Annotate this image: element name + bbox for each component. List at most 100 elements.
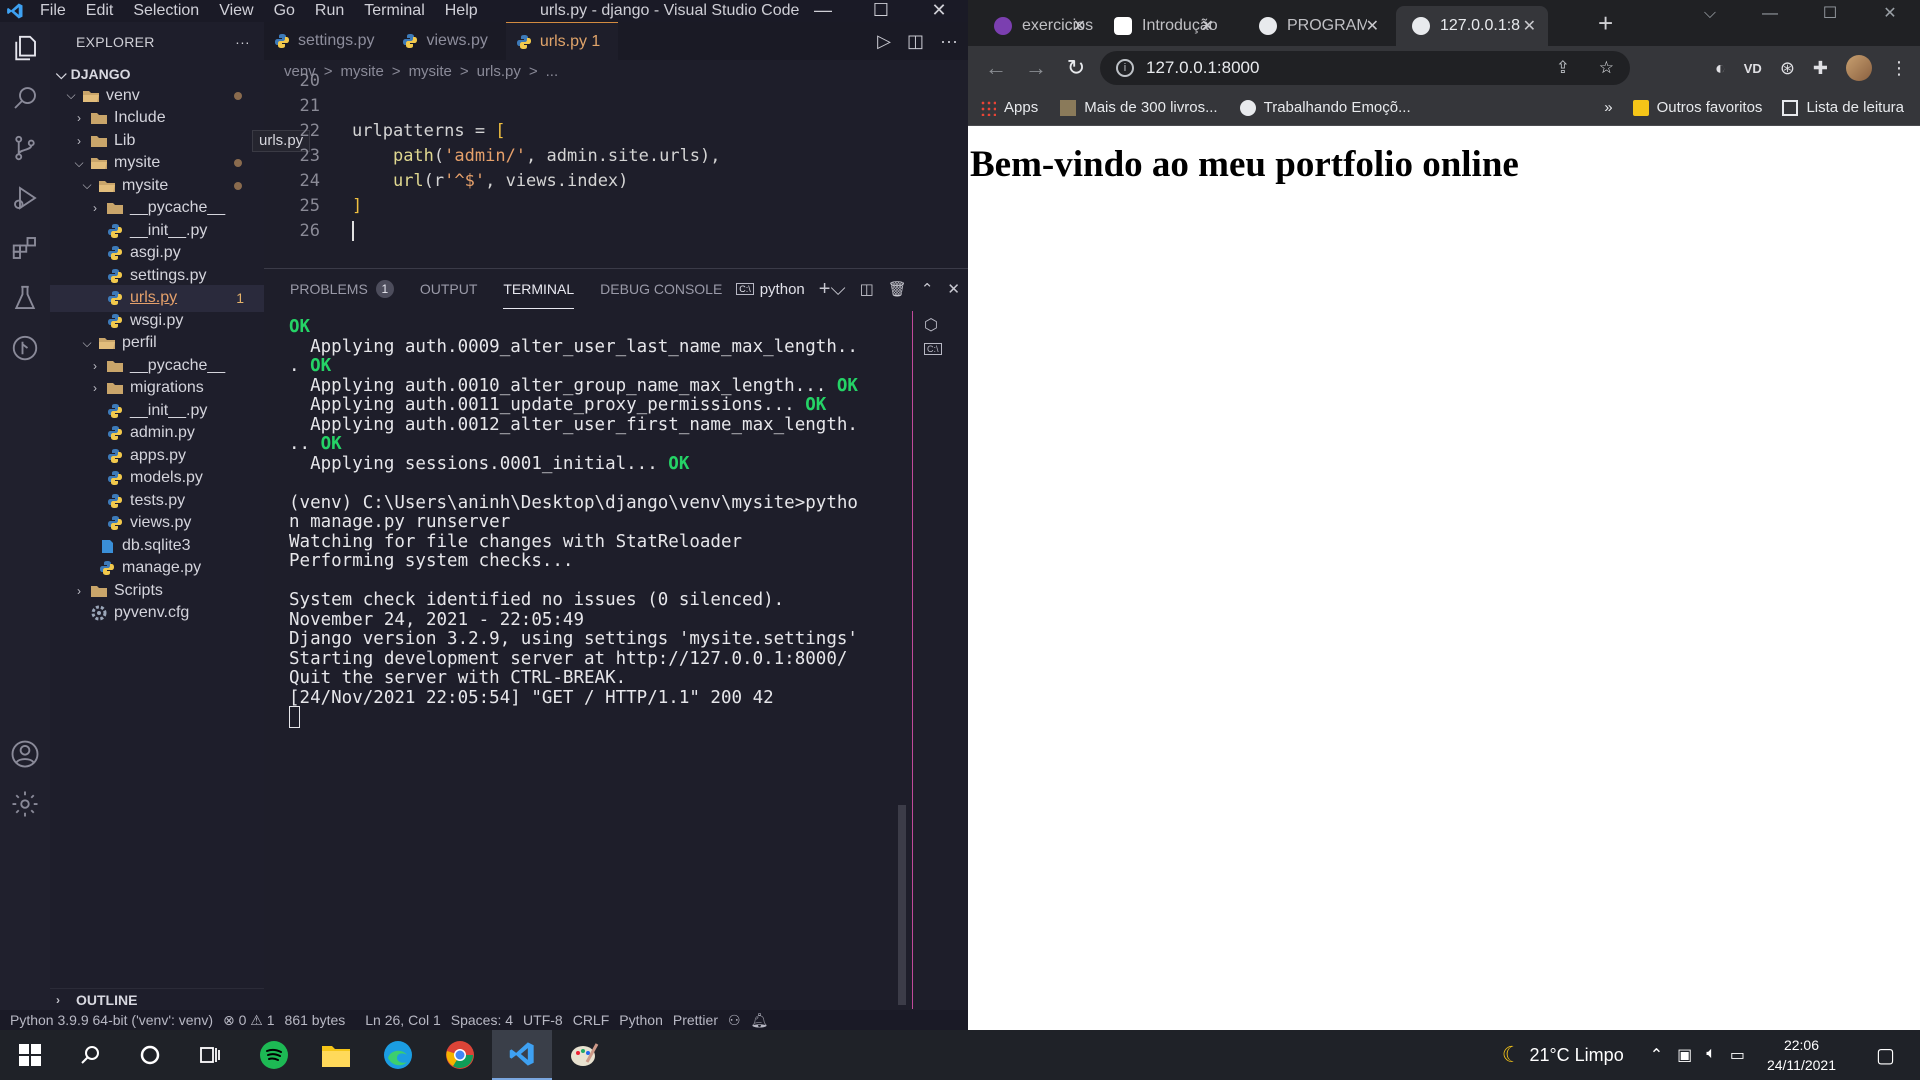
minimize-button[interactable]: —	[794, 0, 852, 22]
explorer-icon[interactable]	[5, 28, 45, 68]
more-actions-icon[interactable]: ···	[940, 31, 958, 52]
maximize-button[interactable]: ☐	[1800, 0, 1860, 32]
chevron-up-icon[interactable]: ⌃	[1650, 1045, 1663, 1065]
browser-tab-active[interactable]: 127.0.0.1:8 ✕	[1396, 6, 1548, 46]
encoding[interactable]: UTF-8	[523, 1012, 563, 1028]
code-editor[interactable]: 20 21 22 urlpatterns = [23 path('admin/', a…	[264, 71, 968, 268]
tab-output[interactable]: OUTPUT	[420, 269, 478, 309]
bell-icon[interactable]: 🔔︎	[751, 1012, 769, 1029]
share-icon[interactable]: ⇪	[1556, 58, 1570, 78]
problems-status[interactable]: ⊗ 0 ⚠ 1	[223, 1012, 275, 1029]
bookmark-item[interactable]: Trabalhando Emoçõ...	[1239, 99, 1411, 116]
close-button[interactable]: ✕	[1860, 0, 1920, 32]
menu-go[interactable]: Go	[264, 2, 305, 20]
notification-icon[interactable]: ▢	[1876, 1043, 1906, 1068]
terminal-shell-select[interactable]: C:\ python	[736, 281, 805, 298]
menu-view[interactable]: View	[209, 2, 263, 20]
new-terminal-icon[interactable]: +⌵	[819, 278, 846, 301]
bookmark-folder-other[interactable]: Outros favoritos	[1632, 99, 1762, 116]
cursor-position[interactable]: Ln 26, Col 1	[365, 1012, 441, 1028]
maximize-panel-icon[interactable]: ⌃	[921, 280, 934, 298]
tab-terminal[interactable]: TERMINAL	[503, 269, 575, 309]
close-panel-icon[interactable]: ✕	[947, 280, 960, 298]
close-tab-icon[interactable]: ✕	[1073, 16, 1086, 36]
clock[interactable]: 22:06 24/11/2021	[1767, 1035, 1836, 1075]
accounts-icon[interactable]	[5, 734, 45, 774]
forward-button[interactable]: →	[1016, 55, 1056, 81]
weather-widget[interactable]: ☾ 21°C Limpo	[1502, 1042, 1624, 1068]
vscode-taskbar-icon[interactable]	[492, 1030, 552, 1080]
python-interpreter[interactable]: Python 3.9.9 64-bit ('venv': venv)	[10, 1012, 213, 1028]
bookmark-star-icon[interactable]: ☆	[1599, 58, 1614, 78]
minimize-button[interactable]: —	[1740, 0, 1800, 32]
tab-search-icon[interactable]: ⌵	[1680, 0, 1740, 32]
edge-browser-icon[interactable]	[368, 1030, 428, 1080]
maximize-button[interactable]: ☐	[852, 0, 910, 22]
close-button[interactable]: ✕	[910, 0, 968, 22]
terminal-output[interactable]: OK Applying auth.0009_alter_user_last_na…	[289, 315, 929, 729]
language-mode[interactable]: Python	[619, 1012, 663, 1028]
close-tab-icon[interactable]: ✕	[1366, 16, 1379, 36]
volume-icon[interactable]: 🔈︎	[1706, 1045, 1716, 1065]
line-endings[interactable]: CRLF	[573, 1012, 610, 1028]
search-icon[interactable]	[60, 1030, 120, 1080]
spotify-icon[interactable]	[244, 1030, 304, 1080]
cortana-icon[interactable]	[120, 1030, 180, 1080]
camera-icon[interactable]: ▣	[1677, 1045, 1692, 1065]
settings-gear-icon[interactable]	[5, 784, 45, 824]
chrome-icon[interactable]	[430, 1030, 490, 1080]
close-tab-icon[interactable]: ✕	[1523, 16, 1536, 36]
menu-terminal[interactable]: Terminal	[354, 2, 434, 20]
run-debug-icon[interactable]	[5, 178, 45, 218]
testing-icon[interactable]	[5, 278, 45, 318]
start-windows-icon[interactable]	[0, 1030, 60, 1080]
tab-views-py[interactable]: views.py	[392, 22, 505, 60]
menu-edit[interactable]: Edit	[76, 2, 124, 20]
terminal-scrollbar[interactable]	[898, 805, 906, 1005]
tab-settings-py[interactable]: settings.py	[264, 22, 392, 60]
bookmark-apps[interactable]: Apps	[980, 99, 1038, 116]
more-actions-icon[interactable]: ···	[235, 34, 250, 50]
trash-icon[interactable]: 🗑	[888, 280, 907, 298]
file-explorer-icon[interactable]	[306, 1030, 366, 1080]
bookmark-item[interactable]: Mais de 300 livros...	[1060, 99, 1218, 116]
extension-icon[interactable]: ◐	[1715, 58, 1726, 79]
reload-button[interactable]: ↻	[1056, 55, 1096, 81]
terminal-icon[interactable]: C:\	[924, 343, 942, 355]
indentation[interactable]: Spaces: 4	[451, 1012, 513, 1028]
extension-icon[interactable]: VD	[1744, 61, 1762, 76]
extensions-icon[interactable]	[5, 228, 45, 268]
address-bar[interactable]: i 127.0.0.1:8000 ⇪ ☆	[1100, 51, 1630, 85]
reading-list[interactable]: Lista de leitura	[1782, 99, 1904, 116]
formatter[interactable]: Prettier	[673, 1012, 718, 1028]
menu-selection[interactable]: Selection	[123, 2, 209, 20]
tab-debug-console[interactable]: DEBUG CONSOLE	[600, 269, 722, 309]
site-info-icon[interactable]: i	[1116, 59, 1134, 77]
remote-explorer-icon[interactable]	[5, 328, 45, 368]
browser-tab[interactable]: exercicios ✕	[978, 6, 1098, 46]
browser-tab[interactable]: PROGRAM ✕	[1243, 6, 1391, 46]
outline-section[interactable]: › OUTLINE	[50, 988, 264, 1010]
tree-item[interactable]: pyvenv.cfg	[50, 600, 264, 627]
search-icon[interactable]	[5, 78, 45, 118]
menu-file[interactable]: File	[30, 2, 76, 20]
puzzle-extensions-icon[interactable]: ✚	[1813, 58, 1828, 79]
feedback-icon[interactable]: ⚇	[728, 1012, 741, 1029]
menu-run[interactable]: Run	[305, 2, 354, 20]
close-tab-icon[interactable]: ✕	[1201, 16, 1214, 36]
extension-icon[interactable]: ⊛	[1780, 58, 1795, 79]
paint-icon[interactable]	[554, 1030, 614, 1080]
menu-help[interactable]: Help	[435, 2, 488, 20]
bookmarks-overflow-button[interactable]: »	[1604, 99, 1612, 116]
avatar[interactable]	[1846, 55, 1872, 81]
source-control-icon[interactable]	[5, 128, 45, 168]
cube-icon[interactable]: ⬡	[924, 315, 942, 335]
split-editor-icon[interactable]: ◫	[907, 31, 924, 52]
task-view-icon[interactable]	[180, 1030, 240, 1080]
battery-icon[interactable]: ▭	[1730, 1045, 1745, 1065]
run-file-icon[interactable]: ▷	[877, 31, 891, 52]
split-terminal-icon[interactable]: ◫	[860, 280, 874, 298]
browser-tab[interactable]: Introdução ✕	[1098, 6, 1226, 46]
tab-problems[interactable]: PROBLEMS 1	[290, 269, 394, 309]
back-button[interactable]: ←	[976, 55, 1016, 81]
